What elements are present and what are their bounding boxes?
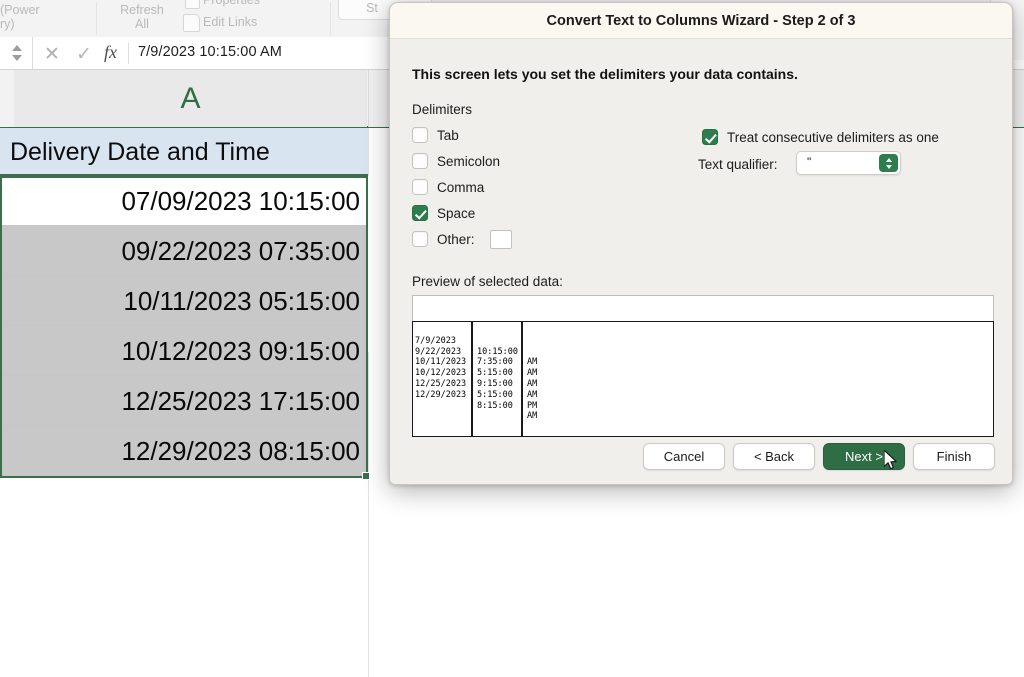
ribbon-stop-label: St — [366, 1, 378, 15]
checkbox-other[interactable]: Other: — [412, 229, 512, 249]
fill-handle[interactable] — [362, 472, 370, 480]
checkbox-tab[interactable]: Tab — [412, 125, 459, 145]
list-item: 9/22/2023 7:35:00 AM — [415, 336, 993, 379]
formula-bar-divider — [128, 43, 129, 64]
properties-icon — [185, 0, 200, 9]
checkbox-other-label: Other: — [437, 231, 475, 247]
table-row[interactable]: 10/12/2023 09:15:00 — [2, 326, 366, 376]
checkbox-semicolon-box[interactable] — [412, 153, 428, 169]
table-row[interactable]: 07/09/2023 10:15:00 — [2, 176, 366, 226]
preview-cell-meridiem: PM — [527, 400, 538, 411]
name-box[interactable] — [0, 37, 33, 69]
preview-cell-meridiem: AM — [527, 389, 538, 400]
preview-cell-date: 12/29/2023 — [415, 389, 467, 400]
ribbon-refresh-all-button[interactable]: Refresh All — [106, 3, 178, 31]
list-item: 12/25/2023 5:15:00 PM — [415, 368, 993, 411]
checkbox-treat-consecutive-label: Treat consecutive delimiters as one — [727, 129, 939, 145]
next-button[interactable]: Next > — [823, 443, 905, 470]
preview-rows: 7/9/2023 10:15:00 AM 9/22/2023 7:35:00 A… — [415, 325, 993, 422]
table-row[interactable]: 12/29/2023 08:15:00 — [2, 426, 366, 476]
cell-a1-header[interactable]: Delivery Date and Time — [0, 128, 368, 176]
checkbox-tab-box[interactable] — [412, 127, 428, 143]
edit-links-icon — [183, 14, 200, 32]
spinner-up-icon[interactable] — [12, 45, 22, 51]
formula-confirm-icon[interactable]: ✓ — [76, 43, 92, 66]
checkbox-semicolon-label: Semicolon — [437, 153, 501, 169]
text-qualifier-value: " — [807, 155, 812, 169]
table-row[interactable]: 09/22/2023 07:35:00 — [2, 226, 366, 276]
back-button[interactable]: < Back — [733, 443, 815, 470]
ribbon-power-query-label: (Power ry) — [0, 3, 40, 31]
text-qualifier-select[interactable]: " — [796, 151, 901, 175]
select-all-corner[interactable] — [0, 70, 15, 127]
delimiters-section-label: Delimiters — [412, 102, 473, 117]
preview-header-strip — [412, 295, 994, 321]
checkbox-comma-box[interactable] — [412, 179, 428, 195]
table-row[interactable]: 10/11/2023 05:15:00 — [2, 276, 366, 326]
cancel-button[interactable]: Cancel — [643, 443, 725, 470]
ribbon-divider — [96, 2, 97, 35]
list-item: 7/9/2023 10:15:00 AM — [415, 325, 993, 368]
ribbon-divider-2 — [330, 2, 331, 35]
dialog-title: Convert Text to Columns Wizard - Step 2 … — [390, 3, 1012, 39]
checkbox-space[interactable]: Space — [412, 203, 475, 223]
checkbox-treat-consecutive[interactable]: Treat consecutive delimiters as one — [702, 127, 939, 147]
list-item: 10/12/2023 9:15:00 AM — [415, 357, 993, 400]
checkbox-tab-label: Tab — [437, 127, 459, 143]
text-qualifier-label: Text qualifier: — [698, 157, 778, 172]
chevron-updown-icon[interactable] — [879, 154, 898, 172]
preview-cell-time: 8:15:00 — [477, 400, 513, 411]
checkbox-other-box[interactable] — [412, 231, 428, 247]
dialog-body: This screen lets you set the delimiters … — [390, 39, 1012, 484]
spinner-down-icon[interactable] — [12, 55, 22, 61]
convert-text-to-columns-dialog: Convert Text to Columns Wizard - Step 2 … — [389, 2, 1013, 485]
ribbon-properties-label[interactable]: Properties — [203, 0, 323, 7]
checkbox-comma[interactable]: Comma — [412, 177, 484, 197]
checkbox-space-box[interactable] — [412, 205, 428, 221]
ribbon-edit-links-label[interactable]: Edit Links — [203, 15, 323, 29]
column-header-a[interactable]: A — [14, 70, 367, 127]
preview-label: Preview of selected data: — [412, 274, 563, 289]
table-row[interactable]: 12/25/2023 17:15:00 — [2, 376, 366, 426]
list-item: 12/29/2023 8:15:00 AM — [415, 379, 993, 422]
checkbox-treat-consecutive-box[interactable] — [702, 129, 718, 145]
checkbox-comma-label: Comma — [437, 179, 485, 195]
preview-cell-meridiem: AM — [527, 411, 538, 422]
checkbox-semicolon[interactable]: Semicolon — [412, 151, 500, 171]
checkbox-space-label: Space — [437, 205, 476, 221]
other-delimiter-input[interactable] — [489, 229, 512, 249]
dialog-heading: This screen lets you set the delimiters … — [412, 66, 798, 82]
preview-cell-time: 5:15:00 — [477, 389, 513, 400]
list-item: 10/11/2023 5:15:00 AM — [415, 347, 993, 389]
formula-bar-input[interactable]: 7/9/2023 10:15:00 AM — [138, 44, 282, 60]
preview-data-grid[interactable]: 7/9/2023 10:15:00 AM 9/22/2023 7:35:00 A… — [412, 321, 994, 437]
insert-function-icon[interactable]: fx — [104, 42, 117, 63]
finish-button[interactable]: Finish — [913, 443, 995, 470]
formula-cancel-icon[interactable]: ✕ — [44, 43, 60, 66]
